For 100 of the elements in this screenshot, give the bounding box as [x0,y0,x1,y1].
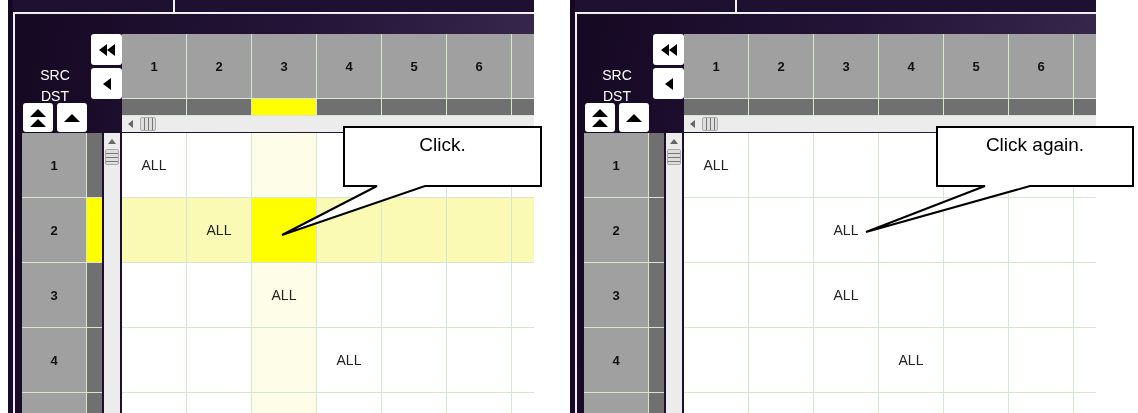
matrix-cell[interactable] [684,263,749,328]
cell-text: ALL [833,287,859,303]
cell-text: ALL [703,157,729,173]
column-header[interactable]: 5 [944,34,1009,98]
matrix-cell[interactable] [187,328,252,393]
matrix-cell[interactable] [317,263,382,328]
left-triangle-icon [664,77,673,90]
column-header[interactable]: 6 [447,34,512,98]
column-header[interactable]: 2 [749,34,814,98]
row-header[interactable]: 2 [584,198,649,263]
vertical-scrollbar[interactable] [104,133,120,413]
matrix-cell[interactable]: ALL [122,133,187,198]
matrix-cell[interactable]: ALL [317,328,382,393]
left-arrow-icon [690,120,695,128]
matrix-cell[interactable] [252,198,317,263]
scroll-first-button[interactable] [91,34,122,65]
cell-text: ALL [206,222,232,238]
matrix-cell[interactable] [252,328,317,393]
matrix-cell[interactable] [122,328,187,393]
column-header[interactable]: 2 [187,34,252,98]
matrix-cell[interactable] [749,328,814,393]
scroll-thumb[interactable] [702,117,718,131]
row-header[interactable]: 2 [22,198,87,263]
double-left-triangle-icon [98,43,115,56]
scroll-left-button[interactable] [653,68,684,99]
scroll-top-button[interactable] [23,103,53,132]
cell-text: ALL [833,222,859,238]
scroll-up-button[interactable] [619,103,649,132]
matrix-cell[interactable] [749,133,814,198]
up-triangle-icon [64,113,80,122]
matrix-cell[interactable] [187,133,252,198]
matrix-cell[interactable]: ALL [814,198,879,263]
matrix-cell[interactable] [944,263,1009,328]
vertical-scrollbar[interactable] [666,133,682,413]
matrix-cell[interactable] [447,263,512,328]
scroll-first-button[interactable] [653,34,684,65]
matrix-cell[interactable]: ALL [879,328,944,393]
scroll-thumb[interactable] [140,117,156,131]
corner-label: SRC [602,66,632,85]
column-header[interactable]: 5 [382,34,447,98]
matrix-cell[interactable] [187,263,252,328]
matrix-cell[interactable] [1009,328,1074,393]
column-header[interactable]: 1 [684,34,749,98]
matrix-cell[interactable] [122,198,187,263]
matrix-cell[interactable] [684,198,749,263]
matrix-cell[interactable] [1009,263,1074,328]
matrix-cell[interactable] [252,133,317,198]
matrix-cell[interactable] [122,263,187,328]
scroll-left-button[interactable] [91,68,122,99]
double-up-triangle-icon [592,108,608,127]
matrix-cell[interactable] [879,263,944,328]
matrix-cell[interactable] [447,198,512,263]
scroll-thumb[interactable] [105,149,119,165]
up-triangle-icon [626,113,642,122]
matrix-cell[interactable] [944,328,1009,393]
callout-text: Click again. [984,134,1086,156]
up-arrow-icon [670,139,678,144]
matrix-cell[interactable] [382,328,447,393]
row-header[interactable]: 3 [22,263,87,328]
corner-label: DST [41,87,69,106]
matrix-cell[interactable] [1009,198,1074,263]
column-header[interactable]: 6 [1009,34,1074,98]
double-up-triangle-icon [30,108,46,127]
column-header[interactable]: 4 [879,34,944,98]
row-header[interactable]: 1 [22,133,87,198]
column-header[interactable]: 1 [122,34,187,98]
left-triangle-icon [102,77,111,90]
matrix-cell[interactable]: ALL [252,263,317,328]
matrix-cell[interactable]: ALL [684,133,749,198]
matrix-cell[interactable] [749,198,814,263]
cell-text: ALL [271,287,297,303]
corner-label: SRC [40,66,70,85]
matrix-cell[interactable] [879,133,944,198]
scroll-up-button[interactable] [57,103,87,132]
matrix-cell[interactable] [684,328,749,393]
row-header[interactable]: 4 [584,328,649,393]
matrix-cell[interactable]: ALL [814,263,879,328]
cell-text: ALL [336,352,362,368]
cell-text: ALL [141,157,167,173]
row-header[interactable]: 4 [22,328,87,393]
matrix-cell[interactable] [944,198,1009,263]
matrix-cell[interactable] [814,328,879,393]
matrix-cell[interactable] [749,263,814,328]
callout-text: Click. [418,134,467,156]
left-arrow-icon [128,120,133,128]
matrix-cell[interactable] [447,328,512,393]
column-header[interactable]: 4 [317,34,382,98]
scroll-top-button[interactable] [585,103,615,132]
matrix-cell[interactable]: ALL [187,198,252,263]
double-left-triangle-icon [660,43,677,56]
matrix-cell[interactable] [382,198,447,263]
row-header[interactable]: 3 [584,263,649,328]
corner-label: DST [603,87,631,106]
scroll-thumb[interactable] [667,149,681,165]
row-header[interactable]: 1 [584,133,649,198]
matrix-cell[interactable] [382,263,447,328]
cell-text: ALL [898,352,924,368]
matrix-cell[interactable] [814,133,879,198]
column-header[interactable]: 3 [252,34,317,98]
column-header[interactable]: 3 [814,34,879,98]
